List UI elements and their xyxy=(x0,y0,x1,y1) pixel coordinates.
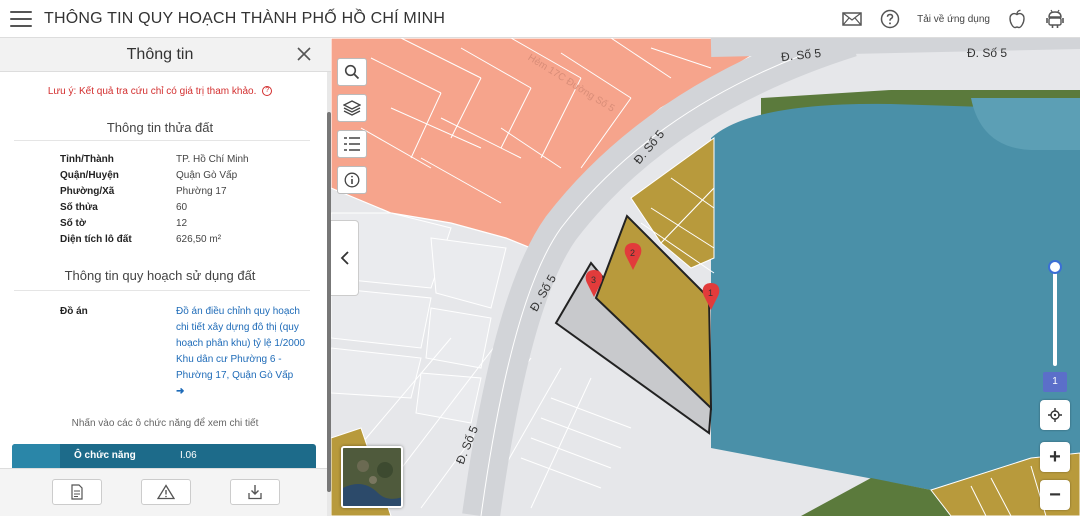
row-value: 626,50 m² xyxy=(176,234,222,245)
menu-icon[interactable] xyxy=(10,10,32,27)
warning-icon xyxy=(157,484,175,500)
map-toolbar xyxy=(337,58,367,202)
crosshair-icon xyxy=(1048,408,1062,422)
parcel-section-title: Thông tin thửa đất xyxy=(106,120,214,135)
row-value: Phường 17 xyxy=(176,186,227,197)
zoom-out-button[interactable]: − xyxy=(1040,480,1070,510)
map-view[interactable]: 1 2 3 Đ. Số 5 Đ. Số 5 Đ. Số 5 Đ. Số 5 Đ.… xyxy=(331,38,1080,516)
row-label: Phường/Xã xyxy=(60,186,115,197)
map-canvas[interactable]: 1 2 3 xyxy=(331,38,1080,516)
pin-3-label: 3 xyxy=(591,275,596,285)
function-hint: Nhấn vào các ô chức năng để xem chi tiết xyxy=(71,418,259,429)
layers-button[interactable] xyxy=(337,94,367,122)
landuse-section-title: Thông tin quy hoạch sử dụng đất xyxy=(64,268,256,283)
zoom-level-badge: 1 xyxy=(1043,372,1067,392)
pin-2-label: 2 xyxy=(630,248,635,258)
android-icon[interactable] xyxy=(1044,8,1066,30)
function-cell-value: I.06 xyxy=(180,450,197,461)
close-icon[interactable] xyxy=(294,44,314,64)
mail-icon[interactable] xyxy=(841,8,863,30)
row-label: Diện tích lô đất xyxy=(60,234,132,245)
row-label: Tỉnh/Thành xyxy=(60,154,114,165)
row-value: Quận Gò Vấp xyxy=(176,170,238,181)
top-actions: Tải về ứng dụng xyxy=(825,0,1066,38)
locate-button[interactable] xyxy=(1040,400,1070,430)
divider xyxy=(14,290,310,291)
list-icon xyxy=(344,137,360,151)
zoom-slider-track[interactable] xyxy=(1053,266,1057,366)
download-app-link[interactable]: Tải về ứng dụng xyxy=(917,14,990,25)
info-icon xyxy=(344,172,360,188)
function-cell-swatch xyxy=(12,444,60,468)
row-value: 12 xyxy=(176,218,188,229)
download-icon xyxy=(248,485,262,500)
chevron-left-icon xyxy=(340,251,349,265)
apple-icon[interactable] xyxy=(1006,8,1028,30)
layers-icon xyxy=(343,100,361,116)
row-value: TP. Hồ Chí Minh xyxy=(176,154,249,165)
panel-header: Thông tin xyxy=(0,38,331,72)
zoom-in-button[interactable]: + xyxy=(1040,442,1070,472)
top-road xyxy=(710,38,1080,57)
app-root: THÔNG TIN QUY HOẠCH THÀNH PHỐ HỒ CHÍ MIN… xyxy=(0,0,1080,516)
row-label: Quận/Huyện xyxy=(60,170,119,181)
panel-scrollbar[interactable] xyxy=(327,72,331,516)
scrollbar-thumb[interactable] xyxy=(327,112,331,492)
disclaimer-text: Lưu ý: Kết quả tra cứu chỉ có giá trị th… xyxy=(47,86,257,97)
parcel-row: Số thửa 60 xyxy=(60,202,320,218)
parcel-row: Diện tích lô đất 626,50 m² xyxy=(60,234,320,250)
pin-1-label: 1 xyxy=(708,288,713,298)
info-panel: Thông tin Lưu ý: Kết quả tra cứu chỉ có … xyxy=(0,38,331,516)
search-icon xyxy=(344,64,360,80)
plan-label: Đồ án xyxy=(60,306,88,317)
function-cell-row[interactable]: Ô chức năng I.06 xyxy=(12,444,316,468)
disclaimer-note: Lưu ý: Kết quả tra cứu chỉ có giá trị th… xyxy=(0,86,320,97)
legend-button[interactable] xyxy=(337,130,367,158)
top-bar: THÔNG TIN QUY HOẠCH THÀNH PHỐ HỒ CHÍ MIN… xyxy=(0,0,1080,38)
info-button[interactable] xyxy=(337,166,367,194)
plan-link-text[interactable]: Đồ án điều chỉnh quy hoạch chi tiết xây … xyxy=(176,306,305,381)
satellite-minimap[interactable] xyxy=(341,446,403,508)
parcel-row: Tỉnh/Thành TP. Hồ Chí Minh xyxy=(60,154,320,170)
question-icon[interactable]: ? xyxy=(262,86,273,97)
row-value: 60 xyxy=(176,202,188,213)
water-body xyxy=(711,103,1080,490)
help-icon[interactable] xyxy=(879,8,901,30)
plan-link[interactable]: Đồ án điều chỉnh quy hoạch chi tiết xây … xyxy=(176,304,308,400)
panel-footer xyxy=(0,468,331,516)
collapse-panel-button[interactable] xyxy=(331,220,359,296)
function-cell-label: Ô chức năng xyxy=(74,450,136,461)
row-label: Số thửa xyxy=(60,202,98,213)
panel-title: Thông tin xyxy=(126,46,194,63)
row-label: Số tờ xyxy=(60,218,86,229)
parcel-row: Số tờ 12 xyxy=(60,218,320,234)
download-button[interactable] xyxy=(230,479,280,505)
zoom-slider-handle[interactable] xyxy=(1048,260,1062,274)
report-button[interactable] xyxy=(141,479,191,505)
document-button[interactable] xyxy=(52,479,102,505)
arrow-right-icon[interactable]: ➜ xyxy=(176,384,308,400)
divider xyxy=(14,140,310,141)
app-title: THÔNG TIN QUY HOẠCH THÀNH PHỐ HỒ CHÍ MIN… xyxy=(44,9,446,27)
street-label: Đ. Số 5 xyxy=(967,46,1008,60)
document-icon xyxy=(71,484,83,500)
parcel-row: Phường/Xã Phường 17 xyxy=(60,186,320,202)
parcel-row: Quận/Huyện Quận Gò Vấp xyxy=(60,170,320,186)
search-button[interactable] xyxy=(337,58,367,86)
